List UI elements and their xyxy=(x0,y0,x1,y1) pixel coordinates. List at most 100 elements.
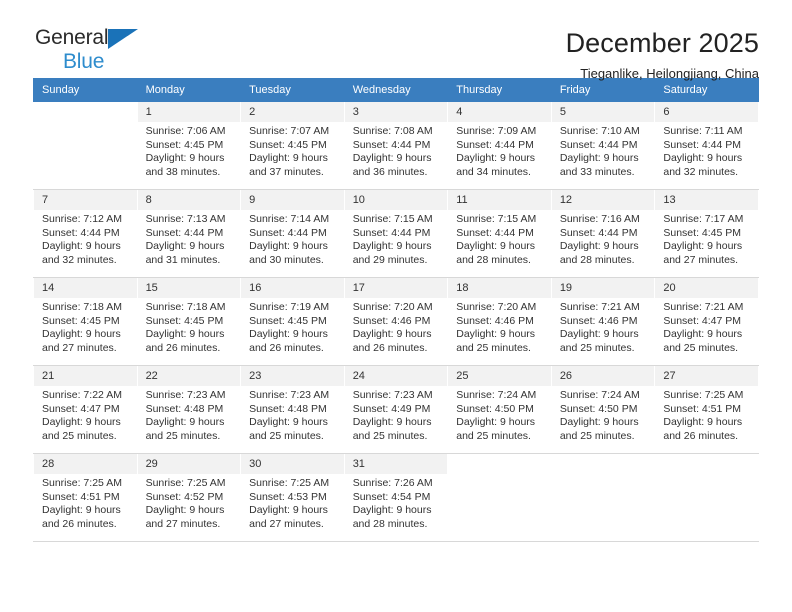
sunrise-text: Sunrise: 7:25 AM xyxy=(42,477,122,489)
generalblue-logo[interactable]: General Blue xyxy=(33,27,165,73)
calendar-day-cell[interactable]: 3 Sunrise: 7:08 AM Sunset: 4:44 PM Daylight… xyxy=(343,101,449,190)
sunset-text: Sunset: 4:53 PM xyxy=(249,490,327,503)
day-number: 1 xyxy=(137,102,241,122)
daylight-text: Daylight: 9 hours and 26 minutes. xyxy=(352,328,432,354)
day-details: Sunrise: 7:17 AM Sunset: 4:45 PM Daylight:… xyxy=(655,210,758,267)
calendar-day-cell[interactable]: 1 Sunrise: 7:06 AM Sunset: 4:45 PM Daylight… xyxy=(136,101,242,190)
day-number: 12 xyxy=(551,190,655,210)
calendar-day-cell[interactable]: 25 Sunrise: 7:24 AM Sunset: 4:50 PM Dayligh… xyxy=(447,365,552,454)
calendar-page: General Blue December 2025 Tieganlike, H… xyxy=(0,0,792,612)
weekday-header-sunday: Sunday xyxy=(33,78,138,102)
calendar-day-cell[interactable]: 24 Sunrise: 7:23 AM Sunset: 4:49 PM Dayligh… xyxy=(343,365,449,454)
day-details: Sunrise: 7:10 AM Sunset: 4:44 PM Daylight:… xyxy=(552,122,655,179)
day-details: Sunrise: 7:18 AM Sunset: 4:45 PM Daylight:… xyxy=(138,298,241,355)
calendar-day-cell[interactable]: 21 Sunrise: 7:22 AM Sunset: 4:47 PM Dayligh… xyxy=(33,365,138,454)
calendar-day-cell[interactable]: 19 Sunrise: 7:21 AM Sunset: 4:46 PM Dayligh… xyxy=(550,277,656,366)
sunset-text: Sunset: 4:46 PM xyxy=(352,314,431,327)
day-number: 19 xyxy=(551,278,655,298)
sunset-text: Sunset: 4:46 PM xyxy=(559,314,638,327)
weekday-header-tuesday: Tuesday xyxy=(240,78,345,102)
day-number: 3 xyxy=(344,102,448,122)
weekday-header-thursday: Thursday xyxy=(447,78,552,102)
day-number xyxy=(34,102,137,122)
sunset-text: Sunset: 4:45 PM xyxy=(145,138,224,151)
sunset-text: Sunset: 4:45 PM xyxy=(249,314,327,327)
sunrise-text: Sunrise: 7:26 AM xyxy=(352,477,433,489)
day-details: Sunrise: 7:25 AM Sunset: 4:52 PM Daylight:… xyxy=(138,474,241,531)
daylight-text: Daylight: 9 hours and 25 minutes. xyxy=(249,416,328,442)
calendar-day-cell[interactable]: 29 Sunrise: 7:25 AM Sunset: 4:52 PM Dayligh… xyxy=(136,453,242,542)
sunrise-text: Sunrise: 7:25 AM xyxy=(249,477,330,489)
calendar-empty-cell xyxy=(447,453,552,542)
calendar-day-cell[interactable]: 28 Sunrise: 7:25 AM Sunset: 4:51 PM Dayligh… xyxy=(33,453,138,542)
daylight-text: Daylight: 9 hours and 34 minutes. xyxy=(456,152,536,178)
calendar-day-cell[interactable]: 11 Sunrise: 7:15 AM Sunset: 4:44 PM Dayligh… xyxy=(447,189,552,278)
logo-text-general: General xyxy=(35,27,165,50)
calendar-day-cell[interactable]: 17 Sunrise: 7:20 AM Sunset: 4:46 PM Dayligh… xyxy=(343,277,449,366)
calendar-day-cell[interactable]: 2 Sunrise: 7:07 AM Sunset: 4:45 PM Daylight… xyxy=(240,101,345,190)
sunset-text: Sunset: 4:44 PM xyxy=(145,226,224,239)
calendar-day-cell[interactable]: 13 Sunrise: 7:17 AM Sunset: 4:45 PM Dayligh… xyxy=(654,189,759,278)
calendar-day-cell[interactable]: 4 Sunrise: 7:09 AM Sunset: 4:44 PM Daylight… xyxy=(447,101,552,190)
sunrise-text: Sunrise: 7:21 AM xyxy=(663,301,744,313)
calendar-day-cell[interactable]: 9 Sunrise: 7:14 AM Sunset: 4:44 PM Daylight… xyxy=(240,189,345,278)
calendar-day-cell[interactable]: 8 Sunrise: 7:13 AM Sunset: 4:44 PM Daylight… xyxy=(136,189,242,278)
calendar-day-cell[interactable]: 12 Sunrise: 7:16 AM Sunset: 4:44 PM Dayligh… xyxy=(550,189,656,278)
day-number: 24 xyxy=(344,366,448,386)
calendar-day-cell[interactable]: 7 Sunrise: 7:12 AM Sunset: 4:44 PM Daylight… xyxy=(33,189,138,278)
sunset-text: Sunset: 4:44 PM xyxy=(42,226,120,239)
sunrise-text: Sunrise: 7:11 AM xyxy=(663,125,743,137)
calendar-week-row: 28 Sunrise: 7:25 AM Sunset: 4:51 PM Dayligh… xyxy=(33,453,759,542)
day-details: Sunrise: 7:12 AM Sunset: 4:44 PM Daylight:… xyxy=(34,210,137,267)
sunrise-text: Sunrise: 7:23 AM xyxy=(249,389,330,401)
calendar-day-cell[interactable]: 31 Sunrise: 7:26 AM Sunset: 4:54 PM Dayligh… xyxy=(343,453,449,542)
day-details: Sunrise: 7:23 AM Sunset: 4:48 PM Daylight:… xyxy=(241,386,344,443)
day-number: 25 xyxy=(448,366,551,386)
calendar-day-cell[interactable]: 18 Sunrise: 7:20 AM Sunset: 4:46 PM Dayligh… xyxy=(447,277,552,366)
sunset-text: Sunset: 4:48 PM xyxy=(145,402,224,415)
calendar-day-cell[interactable]: 22 Sunrise: 7:23 AM Sunset: 4:48 PM Dayligh… xyxy=(136,365,242,454)
calendar-day-cell[interactable]: 6 Sunrise: 7:11 AM Sunset: 4:44 PM Daylight… xyxy=(654,101,759,190)
daylight-text: Daylight: 9 hours and 25 minutes. xyxy=(145,416,225,442)
sunset-text: Sunset: 4:45 PM xyxy=(663,226,742,239)
day-number: 26 xyxy=(551,366,655,386)
calendar-day-cell[interactable]: 16 Sunrise: 7:19 AM Sunset: 4:45 PM Dayligh… xyxy=(240,277,345,366)
sunset-text: Sunset: 4:46 PM xyxy=(456,314,534,327)
sunset-text: Sunset: 4:44 PM xyxy=(559,138,638,151)
day-details: Sunrise: 7:20 AM Sunset: 4:46 PM Daylight:… xyxy=(448,298,551,355)
day-details: Sunrise: 7:25 AM Sunset: 4:53 PM Daylight:… xyxy=(241,474,344,531)
sunset-text: Sunset: 4:45 PM xyxy=(249,138,327,151)
calendar-day-cell[interactable]: 14 Sunrise: 7:18 AM Sunset: 4:45 PM Dayligh… xyxy=(33,277,138,366)
triangle-icon xyxy=(108,29,138,49)
day-number: 14 xyxy=(34,278,137,298)
calendar-day-cell[interactable]: 5 Sunrise: 7:10 AM Sunset: 4:44 PM Daylight… xyxy=(550,101,656,190)
sunset-text: Sunset: 4:47 PM xyxy=(663,314,742,327)
calendar-day-cell[interactable]: 27 Sunrise: 7:25 AM Sunset: 4:51 PM Dayligh… xyxy=(654,365,759,454)
page-title: December 2025 xyxy=(565,28,759,58)
day-number: 15 xyxy=(137,278,241,298)
day-number: 29 xyxy=(137,454,241,474)
sunrise-text: Sunrise: 7:08 AM xyxy=(352,125,433,137)
day-number: 11 xyxy=(448,190,551,210)
calendar-day-cell[interactable]: 30 Sunrise: 7:25 AM Sunset: 4:53 PM Dayligh… xyxy=(240,453,345,542)
day-details: Sunrise: 7:24 AM Sunset: 4:50 PM Daylight:… xyxy=(552,386,655,443)
sunrise-text: Sunrise: 7:21 AM xyxy=(559,301,640,313)
calendar-day-cell[interactable]: 26 Sunrise: 7:24 AM Sunset: 4:50 PM Dayligh… xyxy=(550,365,656,454)
calendar-day-cell[interactable]: 20 Sunrise: 7:21 AM Sunset: 4:47 PM Dayligh… xyxy=(654,277,759,366)
sunrise-text: Sunrise: 7:20 AM xyxy=(352,301,433,313)
sunset-text: Sunset: 4:44 PM xyxy=(663,138,742,151)
daylight-text: Daylight: 9 hours and 25 minutes. xyxy=(663,328,743,354)
day-details: Sunrise: 7:22 AM Sunset: 4:47 PM Daylight:… xyxy=(34,386,137,443)
day-details: Sunrise: 7:18 AM Sunset: 4:45 PM Daylight:… xyxy=(34,298,137,355)
daylight-text: Daylight: 9 hours and 28 minutes. xyxy=(456,240,536,266)
sunrise-text: Sunrise: 7:24 AM xyxy=(559,389,640,401)
sunset-text: Sunset: 4:44 PM xyxy=(559,226,638,239)
calendar-day-cell[interactable]: 10 Sunrise: 7:15 AM Sunset: 4:44 PM Dayligh… xyxy=(343,189,449,278)
day-number: 18 xyxy=(448,278,551,298)
day-details: Sunrise: 7:25 AM Sunset: 4:51 PM Daylight:… xyxy=(655,386,758,443)
calendar-day-cell[interactable]: 15 Sunrise: 7:18 AM Sunset: 4:45 PM Dayligh… xyxy=(136,277,242,366)
day-details: Sunrise: 7:09 AM Sunset: 4:44 PM Daylight:… xyxy=(448,122,551,179)
calendar-day-cell[interactable]: 23 Sunrise: 7:23 AM Sunset: 4:48 PM Dayligh… xyxy=(240,365,345,454)
calendar-week-row: 1 Sunrise: 7:06 AM Sunset: 4:45 PM Daylight… xyxy=(33,101,759,190)
daylight-text: Daylight: 9 hours and 25 minutes. xyxy=(559,416,639,442)
